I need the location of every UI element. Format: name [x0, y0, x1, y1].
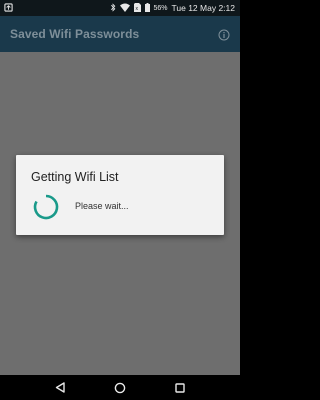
navigation-bar — [0, 375, 240, 400]
status-bar: x 56% Tue 12 May 2:12 — [0, 0, 240, 16]
back-icon[interactable] — [53, 381, 67, 395]
notification-icon — [4, 3, 13, 14]
battery-icon — [144, 2, 150, 14]
progress-dialog: Getting Wifi List Please wait... — [16, 155, 224, 235]
app-bar: Saved Wifi Passwords — [0, 16, 240, 52]
clock: Tue 12 May 2:12 — [171, 3, 235, 13]
wifi-icon — [119, 3, 130, 14]
sim-icon: x — [133, 2, 141, 14]
loading-spinner-icon — [32, 193, 60, 221]
battery-percent: 56% — [153, 4, 168, 12]
home-icon[interactable] — [113, 381, 127, 395]
info-icon[interactable] — [218, 28, 230, 41]
screen: x 56% Tue 12 May 2:12 Saved Wifi Passwor… — [0, 0, 240, 400]
dialog-message: Please wait... — [75, 201, 129, 211]
bluetooth-icon — [110, 2, 116, 14]
status-icons: x 56% Tue 12 May 2:12 — [110, 2, 235, 14]
app-title: Saved Wifi Passwords — [10, 27, 140, 41]
dialog-title: Getting Wifi List — [31, 170, 119, 184]
recents-icon[interactable] — [173, 381, 187, 395]
